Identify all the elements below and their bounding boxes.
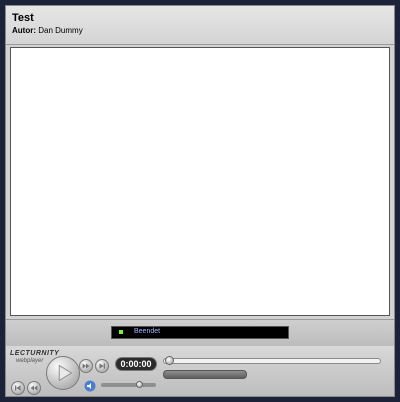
skip-end-icon bbox=[99, 363, 105, 369]
rewind-icon bbox=[30, 385, 38, 391]
skip-end-button[interactable] bbox=[95, 359, 109, 373]
timeline-handle[interactable] bbox=[165, 356, 174, 365]
status-display: Beendet bbox=[111, 326, 289, 339]
author-line: Autor: Dan Dummy bbox=[12, 26, 83, 35]
time-display: 0:00:00 bbox=[115, 357, 157, 371]
control-panel: LECTURNITY webplayer 0:00:00 bbox=[6, 346, 394, 396]
fast-forward-icon bbox=[82, 363, 90, 369]
volume-slider[interactable] bbox=[101, 383, 156, 387]
play-icon bbox=[58, 364, 73, 382]
logo-subtitle: webplayer bbox=[16, 358, 44, 364]
status-bar: Beendet bbox=[6, 319, 394, 346]
progress-bar bbox=[163, 370, 247, 379]
status-led-icon bbox=[119, 330, 123, 334]
player-window: Test Autor: Dan Dummy Beendet LECTURNITY… bbox=[5, 5, 395, 397]
author-name: Dan Dummy bbox=[38, 26, 83, 35]
header: Test Autor: Dan Dummy bbox=[6, 6, 394, 45]
volume-handle[interactable] bbox=[136, 381, 143, 388]
presentation-title: Test bbox=[12, 12, 34, 24]
play-button[interactable] bbox=[46, 356, 80, 390]
skip-start-button[interactable] bbox=[11, 381, 25, 395]
status-text: Beendet bbox=[134, 328, 161, 335]
rewind-button[interactable] bbox=[27, 381, 41, 395]
speaker-icon[interactable] bbox=[84, 380, 96, 392]
fast-forward-button[interactable] bbox=[79, 359, 93, 373]
author-label: Autor: bbox=[12, 26, 36, 35]
timeline-slider[interactable] bbox=[163, 358, 381, 364]
skip-start-icon bbox=[15, 385, 21, 391]
lecturnity-logo: LECTURNITY bbox=[10, 350, 60, 357]
slide-area[interactable] bbox=[10, 47, 390, 316]
